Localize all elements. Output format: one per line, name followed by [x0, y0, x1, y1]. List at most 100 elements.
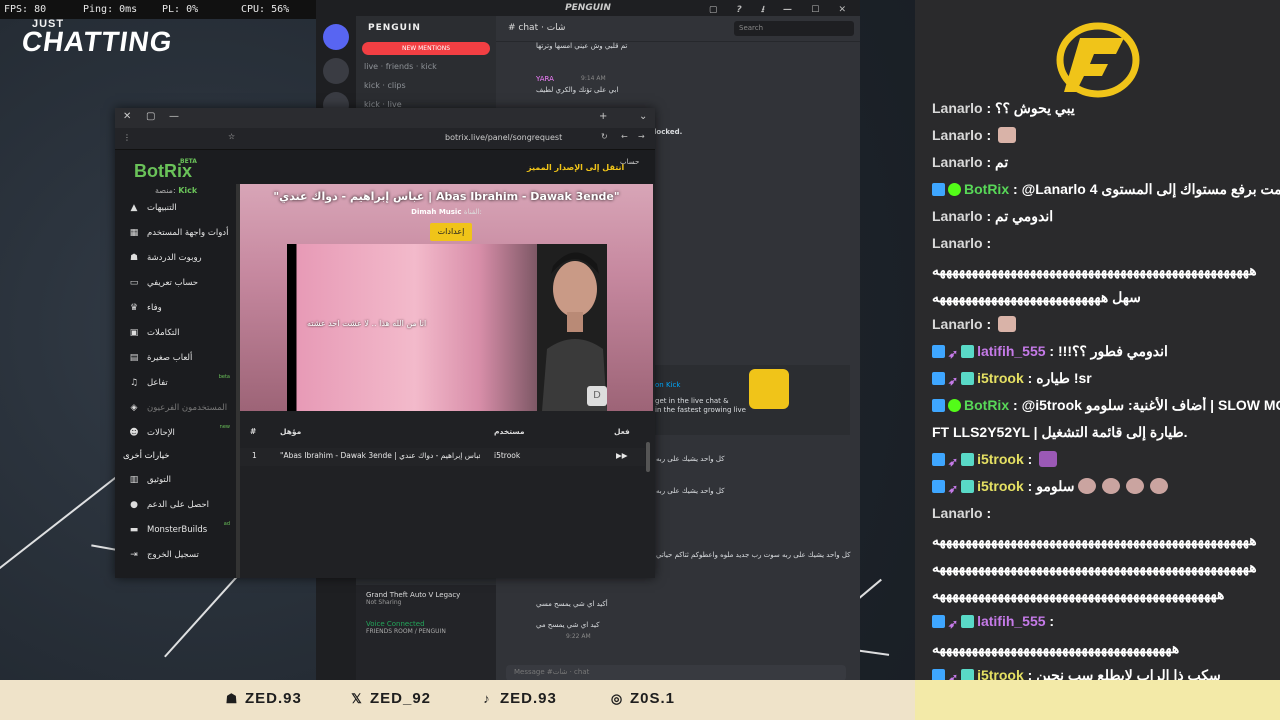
sword-badge-icon: ➶ — [948, 617, 959, 630]
chat-username[interactable]: BotRix — [964, 397, 1009, 413]
premium-link[interactable]: انتقل إلى الإصدار المميز — [527, 163, 624, 172]
sidebar-item[interactable]: ▭ حساب تعريفي — [115, 270, 236, 295]
voice-status[interactable]: Voice Connected — [356, 606, 496, 628]
chat-message: Lanarlo : — [932, 316, 1280, 332]
forward-icon[interactable]: → — [638, 132, 645, 141]
chat-username[interactable]: i5trook — [977, 370, 1024, 386]
chat-message: in the fastest growing live — [655, 406, 746, 414]
chat-username[interactable]: Lanarlo — [932, 316, 983, 332]
chat-text: طياره !sr — [1036, 370, 1092, 386]
chat-message: ➶ latifih_555 : — [932, 613, 1280, 630]
chat-username[interactable]: Lanarlo — [932, 505, 983, 521]
video-player[interactable]: "عباس إبراهيم - دواك عندي | Abas Ibrahim… — [240, 184, 653, 411]
sidebar-item[interactable]: ▣ التكاملات — [115, 320, 236, 345]
chat-separator: : — [1023, 451, 1037, 467]
chat-message: ➶ i5trook : — [932, 451, 1280, 468]
chat-text: !!!اندومي فطور ؟؟ — [1058, 343, 1168, 359]
search-input[interactable]: Search — [734, 21, 854, 36]
socials-bar-accent — [915, 680, 1280, 720]
maximize-icon[interactable]: ▢ — [146, 111, 155, 122]
chat-message: كل واحد يشيك على ربه — [656, 487, 725, 495]
sidebar-item[interactable]: ▬ MonsterBuilds ad — [115, 517, 236, 542]
settings-button[interactable]: إعدادات — [430, 223, 472, 241]
streamer-logo — [1056, 22, 1140, 98]
chat-username[interactable]: i5trook — [977, 478, 1024, 494]
message-input[interactable]: Message #شات · chat — [506, 665, 846, 680]
chat-username[interactable]: Lanarlo — [932, 100, 983, 116]
menu-icon[interactable]: ⋮ — [123, 133, 131, 142]
server-name[interactable]: PENGUIN — [356, 16, 496, 40]
chat-username[interactable]: Lanarlo — [932, 235, 983, 251]
account-menu[interactable]: حساب — [620, 158, 639, 166]
video-frame: انا من الله هذا .. لا عشت احد عشته D — [287, 244, 607, 411]
sidebar-item[interactable]: ⇥ تسجيل الخروج — [115, 542, 236, 567]
sidebar-item[interactable]: ◈ المستخدمون الفرعيون — [115, 395, 236, 420]
sidebar-item[interactable]: ☗ روبوت الدردشة — [115, 245, 236, 270]
queue-row-user: i5trook — [494, 451, 521, 460]
sidebar-item[interactable]: ▲ التنبيهات — [115, 195, 236, 220]
chat-text: سهل ههههههههههههههههههههههههههه — [932, 289, 1141, 305]
new-mentions-pill[interactable]: NEW MENTIONS — [362, 42, 490, 55]
chat-username[interactable]: i5trook — [977, 451, 1024, 467]
chat-text: FT LLS2Y52YL | طيارة إلى قائمة التشغيل. — [932, 424, 1188, 440]
sidebar-item-badge: beta — [218, 374, 230, 380]
sidebar-item[interactable]: ● احصل على الدعم — [115, 492, 236, 517]
chat-message: Lanarlo : تم — [932, 154, 1280, 171]
chat-message: Lanarlo : يبي يحوش ؟؟ — [932, 100, 1280, 117]
chevron-down-icon[interactable]: ⌄ — [639, 111, 647, 122]
queue-row-num: 1 — [252, 451, 257, 460]
robot-icon: ☗ — [129, 252, 139, 263]
chat-message: Lanarlo : اندومي تم — [932, 208, 1280, 225]
sidebar-item[interactable]: ♛ وفاء — [115, 295, 236, 320]
star-icon[interactable]: ☆ — [228, 132, 235, 141]
chat-username[interactable]: Lanarlo — [932, 208, 983, 224]
vip-badge-icon — [961, 480, 975, 493]
chat-message: get in the live chat & — [655, 397, 729, 405]
address-bar[interactable]: botrix.live/panel/songrequest — [445, 133, 562, 142]
minimize-icon[interactable]: — — [169, 111, 179, 122]
video-channel-name: Dimah Music — [411, 208, 462, 216]
sidebar-item-label: حساب تعريفي — [147, 277, 199, 288]
channel-item[interactable]: kick · clips — [356, 76, 496, 95]
people-icon: ☻ — [129, 427, 139, 438]
sidebar-item[interactable]: ▤ ألعاب صغيرة — [115, 345, 236, 370]
chat-username[interactable]: Lanarlo — [932, 154, 983, 170]
sidebar-item-label: التنبيهات — [147, 202, 177, 213]
grid-icon: ▦ — [129, 227, 139, 238]
reload-icon[interactable]: ↻ — [601, 132, 608, 141]
fps-stat: FPS: 80 — [4, 4, 47, 15]
sidebar-item-label: المستخدمون الفرعيون — [147, 402, 228, 413]
back-icon[interactable]: ← — [621, 132, 628, 141]
chat-username[interactable]: latifih_555 — [977, 343, 1045, 359]
chat-username[interactable]: latifih_555 — [977, 613, 1045, 629]
sidebar-item[interactable]: ▥ التوثيق — [115, 467, 236, 492]
browser-titlebar: ✕ ▢ — + ⌄ — [115, 108, 655, 128]
queue-row[interactable]: 1 "Abas Ibrahim - Dawak 3ende | عباس إبر… — [240, 448, 645, 466]
chat-separator: : — [1023, 370, 1037, 386]
packet-loss-stat: PL: 0% — [162, 4, 199, 15]
sidebar-item[interactable]: ▦ أدوات واجهة المستخدم — [115, 220, 236, 245]
sidebar-item[interactable]: ☻ الإحالات new — [115, 420, 236, 445]
chat-separator: : — [982, 208, 996, 224]
chat-message: هههههههههههههههههههههههههههههههههههههههه… — [932, 586, 1280, 603]
skip-icon[interactable]: ▶▶ — [616, 451, 628, 460]
game-icon: ▤ — [129, 352, 139, 363]
server-icon[interactable] — [323, 58, 349, 84]
chat-username[interactable]: Lanarlo — [932, 127, 983, 143]
subscriber-badge-icon — [932, 399, 945, 412]
sword-badge-icon: ➶ — [948, 482, 959, 495]
monitor-icon: ▬ — [129, 524, 139, 535]
vip-badge-icon — [961, 453, 975, 466]
chat-header: # chat · شات Search — [496, 16, 860, 42]
emote-icon — [1077, 478, 1096, 494]
sidebar-item[interactable]: ♫ تفاعل beta — [115, 370, 236, 395]
queue-scrollbar[interactable] — [646, 442, 650, 472]
platform-label: منصة: — [155, 186, 176, 195]
new-tab-icon[interactable]: + — [599, 111, 607, 122]
server-icon[interactable] — [323, 24, 349, 50]
channel-item[interactable]: live · friends · kick — [356, 57, 496, 76]
chat-text: @Lanarlo قمت برفع مستواك إلى المستوى 4 — [1021, 181, 1280, 197]
close-icon[interactable]: ✕ — [123, 111, 131, 122]
chat-username[interactable]: BotRix — [964, 181, 1009, 197]
trophy-icon: ♛ — [129, 302, 139, 313]
